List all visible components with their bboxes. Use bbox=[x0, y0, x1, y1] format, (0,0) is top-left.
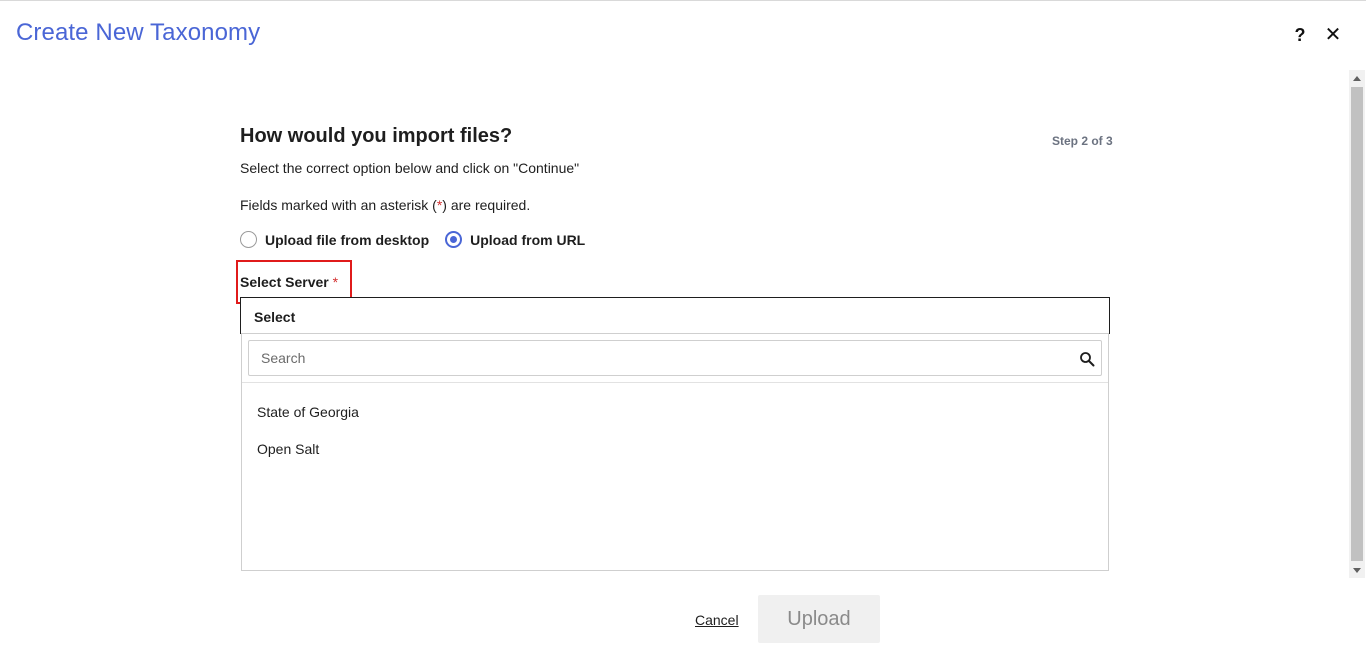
server-select[interactable]: Select bbox=[240, 297, 1110, 334]
dropdown-divider bbox=[242, 382, 1108, 383]
scroll-up-arrow-icon[interactable] bbox=[1349, 70, 1365, 86]
radio-checked-icon[interactable] bbox=[445, 231, 463, 248]
required-note-suffix: ) are required. bbox=[442, 197, 531, 213]
vertical-scrollbar[interactable] bbox=[1349, 70, 1365, 578]
radio-upload-desktop[interactable]: Upload file from desktop bbox=[240, 231, 429, 248]
radio-label-desktop[interactable]: Upload file from desktop bbox=[265, 232, 429, 248]
server-option-open-salt[interactable]: Open Salt bbox=[257, 441, 319, 457]
select-server-label: Select Server * bbox=[240, 274, 338, 290]
top-border bbox=[0, 0, 1366, 1]
server-search-input[interactable] bbox=[249, 341, 1069, 375]
server-dropdown-panel: State of Georgia Open Salt bbox=[241, 333, 1109, 571]
search-icon[interactable] bbox=[1079, 351, 1095, 367]
server-select-value: Select bbox=[254, 309, 296, 325]
scroll-down-arrow-icon[interactable] bbox=[1349, 562, 1365, 578]
required-fields-note: Fields marked with an asterisk (*) are r… bbox=[240, 197, 530, 213]
import-method-radio-group: Upload file from desktop Upload from URL bbox=[240, 231, 601, 248]
scroll-thumb[interactable] bbox=[1351, 87, 1363, 561]
required-asterisk: * bbox=[332, 274, 339, 290]
server-option-state-of-georgia[interactable]: State of Georgia bbox=[257, 404, 359, 420]
modal-title: Create New Taxonomy bbox=[16, 19, 261, 46]
radio-label-url[interactable]: Upload from URL bbox=[470, 232, 585, 248]
upload-button[interactable]: Upload bbox=[758, 595, 880, 643]
help-button[interactable]: ? bbox=[1292, 24, 1308, 46]
close-icon[interactable]: ✕ bbox=[1324, 24, 1342, 46]
cancel-link[interactable]: Cancel bbox=[695, 612, 739, 628]
instruction-text: Select the correct option below and clic… bbox=[240, 160, 580, 176]
radio-upload-url[interactable]: Upload from URL bbox=[445, 231, 585, 248]
form-heading: How would you import files? bbox=[240, 125, 513, 147]
select-server-label-text: Select Server bbox=[240, 274, 329, 290]
required-note-prefix: Fields marked with an asterisk ( bbox=[240, 197, 437, 213]
step-indicator: Step 2 of 3 bbox=[1052, 134, 1113, 148]
radio-unchecked-icon[interactable] bbox=[240, 231, 257, 248]
search-field-wrapper bbox=[248, 340, 1102, 376]
